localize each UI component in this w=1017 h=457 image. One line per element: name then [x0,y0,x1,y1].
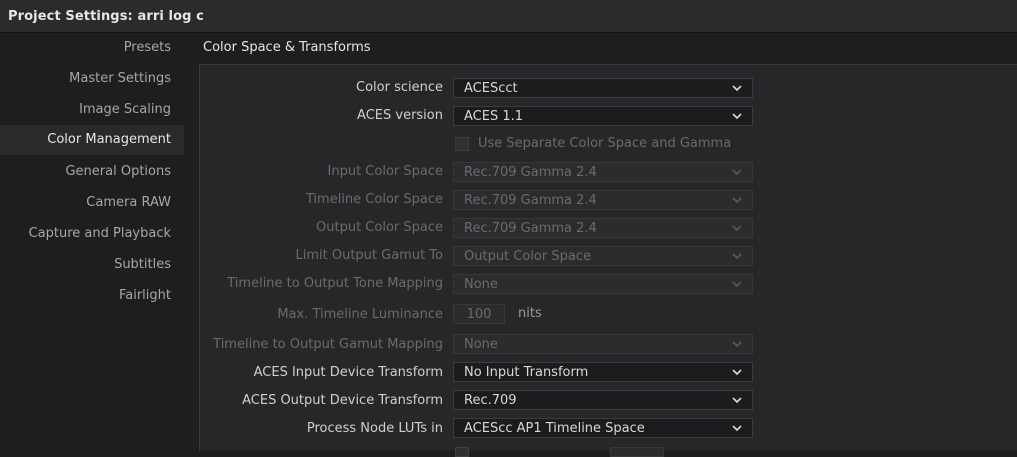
max-luminance-value: 100 [466,307,492,322]
chevron-down-icon [732,197,742,204]
title-bar: Project Settings: arri log c [0,0,1017,33]
aces-idt-label: ACES Input Device Transform [253,365,443,380]
input-color-space-dropdown[interactable]: Rec.709 Gamma 2.4 [453,162,753,182]
separate-color-space-label: Use Separate Color Space and Gamma [478,136,732,151]
sidebar-item-image-scaling[interactable]: Image Scaling [79,102,171,118]
chevron-down-icon [732,85,742,92]
max-luminance-input[interactable]: 100 [453,304,505,324]
sidebar-item-master-settings[interactable]: Master Settings [69,71,171,87]
color-science-value: ACEScct [464,81,518,96]
sidebar-item-fairlight[interactable]: Fairlight [119,288,171,304]
tone-mapping-dropdown[interactable]: None [453,274,753,294]
chevron-down-icon [732,341,742,348]
chevron-down-icon [732,397,742,404]
sidebar-item-camera-raw[interactable]: Camera RAW [86,195,171,211]
sidebar-item-label: Color Management [47,132,171,147]
tone-mapping-label: Timeline to Output Tone Mapping [227,276,443,291]
sidebar-item-presets[interactable]: Presets [124,40,171,56]
gamut-mapping-dropdown[interactable]: None [453,334,753,354]
section-title: Color Space & Transforms [203,40,371,55]
limit-output-gamut-label: Limit Output Gamut To [295,248,443,263]
chevron-down-icon [732,425,742,432]
limit-output-gamut-dropdown[interactable]: Output Color Space [453,246,753,266]
window-title: Project Settings: arri log c [8,9,204,24]
output-color-space-label: Output Color Space [316,220,443,235]
gamut-mapping-value: None [464,337,498,352]
color-science-dropdown[interactable]: ACEScct [453,78,753,98]
partial-checkbox[interactable] [455,447,469,457]
sidebar-item-capture-and-playback[interactable]: Capture and Playback [29,226,171,242]
chevron-down-icon [732,225,742,232]
partial-input[interactable] [610,447,664,457]
aces-odt-label: ACES Output Device Transform [242,393,443,408]
aces-idt-value: No Input Transform [464,365,589,380]
output-color-space-dropdown[interactable]: Rec.709 Gamma 2.4 [453,218,753,238]
chevron-down-icon [732,369,742,376]
luminance-units: nits [518,306,542,321]
separate-color-space-checkbox[interactable] [455,137,469,151]
max-luminance-label: Max. Timeline Luminance [277,307,443,322]
aces-idt-dropdown[interactable]: No Input Transform [453,362,753,382]
sidebar-item-general-options[interactable]: General Options [65,164,171,180]
chevron-down-icon [732,253,742,260]
sidebar-item-subtitles[interactable]: Subtitles [114,257,171,273]
aces-odt-dropdown[interactable]: Rec.709 [453,390,753,410]
sidebar-item-color-management[interactable]: Color Management [0,125,184,155]
input-color-space-value: Rec.709 Gamma 2.4 [464,165,597,180]
settings-sidebar: Presets Master Settings Image Scaling Co… [0,33,184,451]
chevron-down-icon [732,281,742,288]
aces-version-value: ACES 1.1 [464,109,524,124]
aces-version-dropdown[interactable]: ACES 1.1 [453,106,753,126]
timeline-color-space-value: Rec.709 Gamma 2.4 [464,193,597,208]
color-science-label: Color science [356,80,443,95]
aces-odt-value: Rec.709 [464,393,517,408]
process-node-luts-dropdown[interactable]: ACEScc AP1 Timeline Space [453,418,753,438]
gamut-mapping-label: Timeline to Output Gamut Mapping [213,337,443,352]
output-color-space-value: Rec.709 Gamma 2.4 [464,221,597,236]
input-color-space-label: Input Color Space [327,164,443,179]
process-node-luts-value: ACEScc AP1 Timeline Space [464,421,645,436]
timeline-color-space-dropdown[interactable]: Rec.709 Gamma 2.4 [453,190,753,210]
chevron-down-icon [732,169,742,176]
limit-output-gamut-value: Output Color Space [464,249,591,264]
tone-mapping-value: None [464,277,498,292]
aces-version-label: ACES version [357,108,443,123]
timeline-color-space-label: Timeline Color Space [305,192,443,207]
process-node-luts-label: Process Node LUTs in [306,421,443,436]
chevron-down-icon [732,113,742,120]
